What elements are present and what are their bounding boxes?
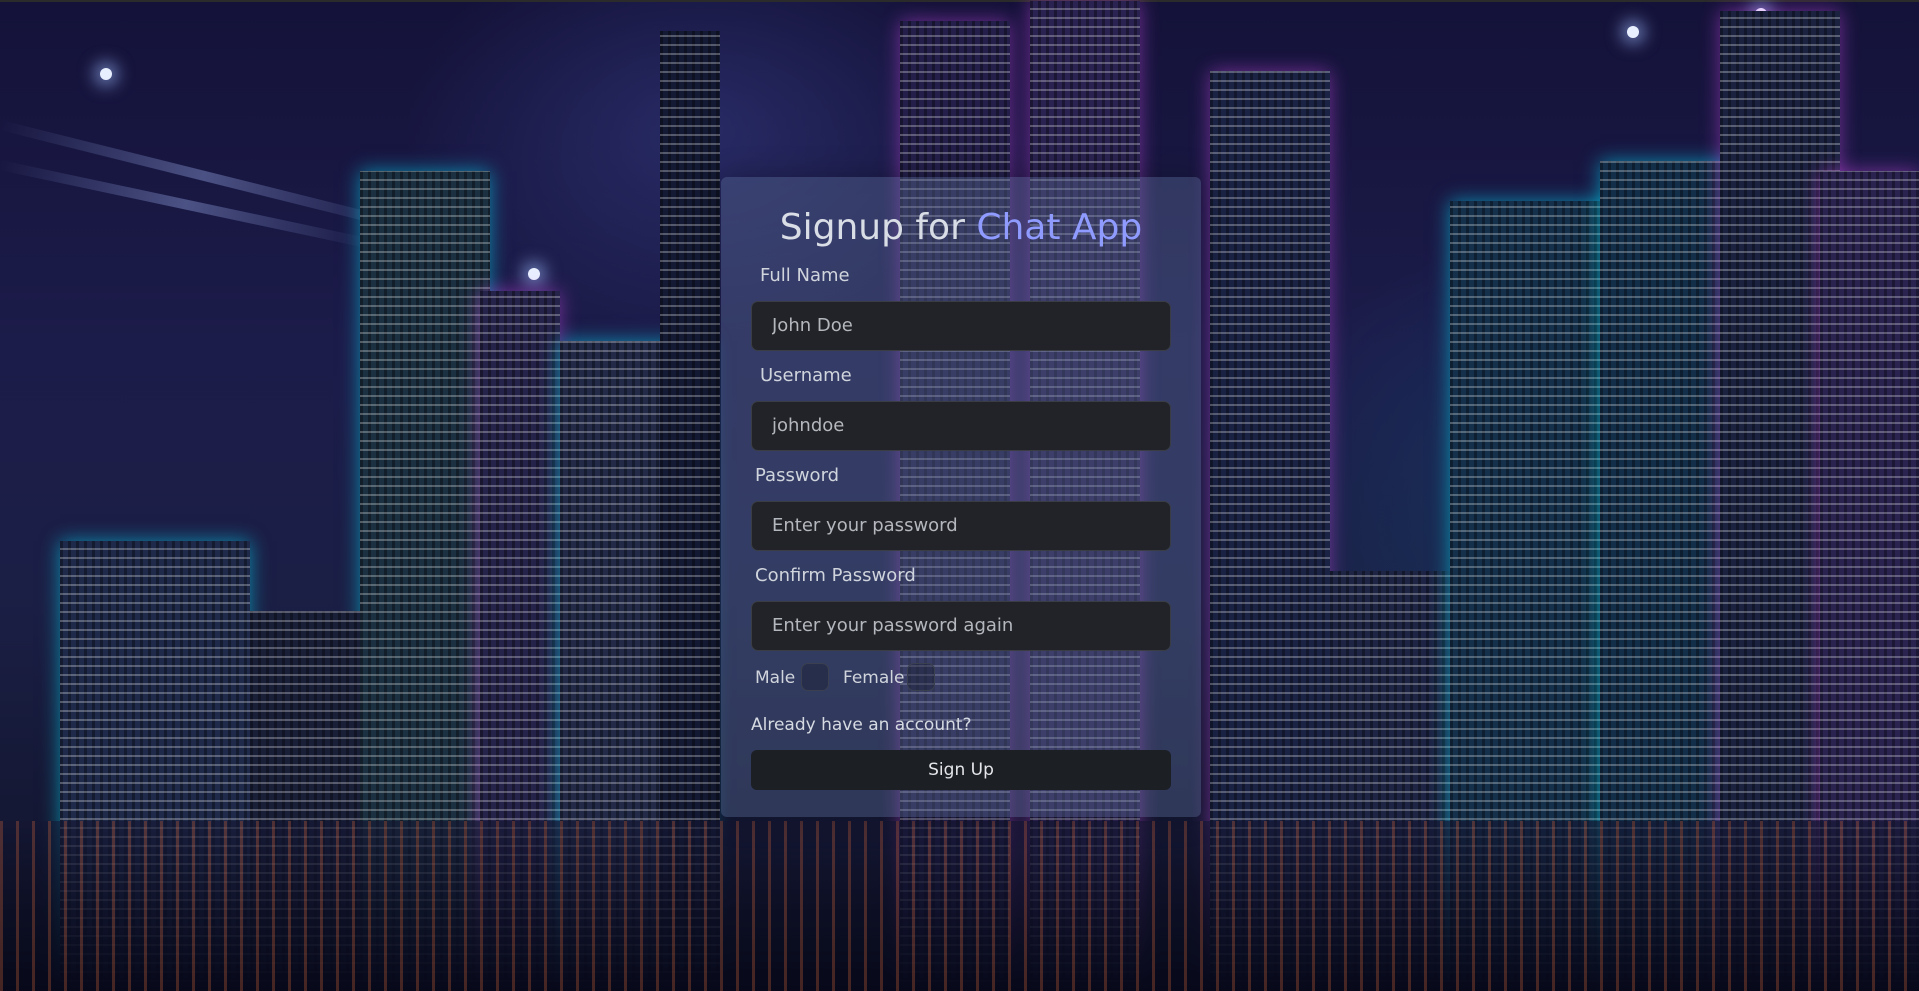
page-title: Signup for Chat App — [721, 207, 1201, 248]
top-border — [0, 0, 1919, 2]
password-field[interactable] — [751, 501, 1171, 551]
title-accent: Chat App — [976, 207, 1143, 248]
sign-up-button[interactable]: Sign Up — [751, 750, 1171, 790]
female-label: Female — [843, 668, 905, 688]
signup-card: Signup for Chat App Full Name Username P… — [721, 177, 1201, 817]
female-checkbox[interactable] — [907, 663, 935, 691]
confirm-password-field[interactable] — [751, 601, 1171, 651]
male-label: Male — [755, 668, 796, 688]
full-name-field[interactable] — [751, 301, 1171, 351]
password-input[interactable] — [772, 502, 1150, 550]
title-prefix: Signup for — [779, 207, 965, 248]
username-label: Username — [760, 365, 852, 386]
username-field[interactable] — [751, 401, 1171, 451]
city-ground — [0, 821, 1919, 991]
light-dot — [528, 268, 540, 280]
light-dot — [1627, 26, 1639, 38]
login-link[interactable]: Already have an account? — [751, 715, 972, 735]
username-input[interactable] — [772, 402, 1150, 450]
full-name-input[interactable] — [772, 302, 1150, 350]
password-label: Password — [755, 465, 840, 486]
male-checkbox[interactable] — [801, 663, 829, 691]
light-dot — [100, 68, 112, 80]
confirm-password-label: Confirm Password — [755, 565, 916, 586]
full-name-label: Full Name — [760, 265, 850, 286]
confirm-password-input[interactable] — [772, 602, 1150, 650]
